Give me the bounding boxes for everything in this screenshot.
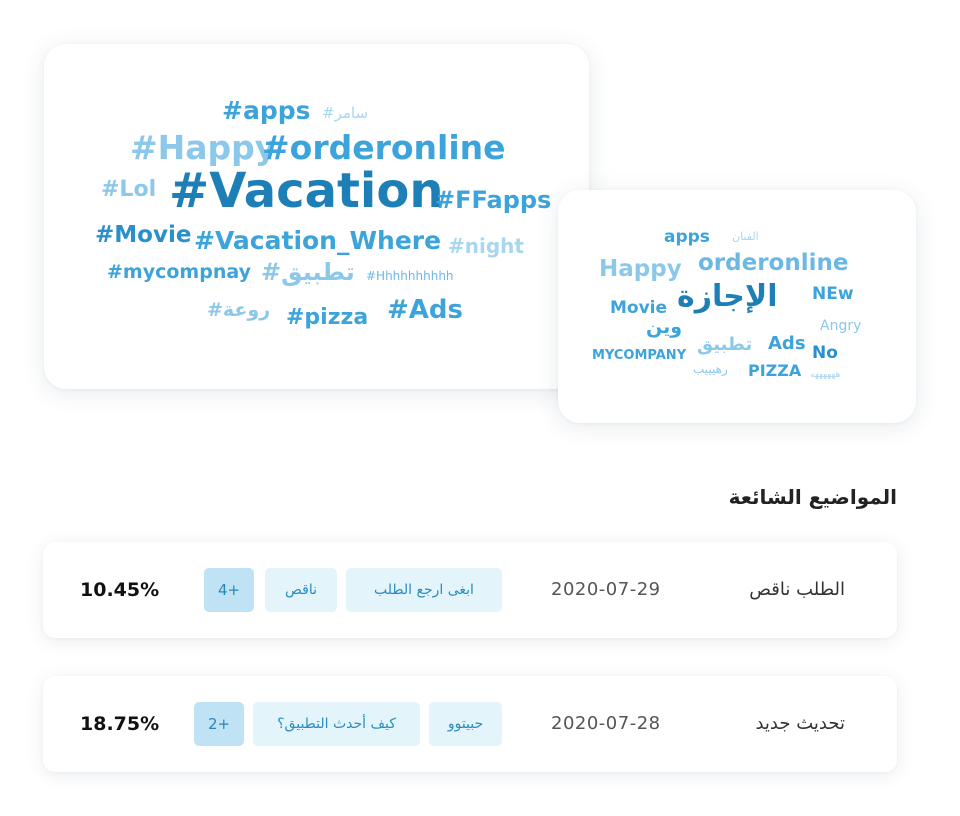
cloud-word: Ads bbox=[768, 333, 806, 354]
topic-name: تحديث جديد bbox=[755, 713, 845, 734]
word-cloud-card-large: #apps #سامر #Happy #orderonline #Lol #Va… bbox=[44, 44, 589, 389]
cloud-word: رهيييب bbox=[693, 362, 728, 376]
keyword-chip[interactable]: كيف أحدث التطبيق؟ bbox=[253, 702, 420, 746]
cloud-word: #apps bbox=[222, 96, 311, 125]
cloud-word: Happy bbox=[599, 256, 682, 282]
keyword-chip[interactable]: حبيتوو bbox=[429, 702, 502, 746]
more-keywords-badge[interactable]: +4 bbox=[204, 568, 254, 612]
cloud-word: #pizza bbox=[286, 305, 369, 330]
cloud-word: apps bbox=[664, 227, 710, 247]
cloud-word: ههههههه bbox=[810, 370, 841, 380]
cloud-word: #Vacation bbox=[169, 163, 444, 219]
topic-percentage: 18.75% bbox=[80, 713, 160, 735]
cloud-word: وين bbox=[646, 316, 683, 338]
table-row[interactable]: تحديث جديد 2020-07-28 حبيتوو كيف أحدث ال… bbox=[43, 676, 897, 772]
cloud-word: #night bbox=[448, 234, 524, 258]
topic-name: الطلب ناقص bbox=[749, 579, 845, 600]
cloud-word: #Vacation_Where bbox=[194, 226, 442, 255]
cloud-word: orderonline bbox=[698, 250, 849, 276]
keyword-chip[interactable]: ناقص bbox=[265, 568, 337, 612]
topic-percentage: 10.45% bbox=[80, 579, 160, 601]
word-cloud-card-small: apps الفنان Happy orderonline Movie الإج… bbox=[558, 190, 916, 423]
cloud-word: #تطبيق bbox=[261, 258, 355, 286]
cloud-word: #سامر bbox=[322, 104, 369, 122]
more-keywords-badge[interactable]: +2 bbox=[194, 702, 244, 746]
cloud-word: PIZZA bbox=[748, 361, 802, 380]
cloud-word: NEw bbox=[812, 284, 854, 304]
cloud-word: #Hhhhhhhhhh bbox=[366, 269, 454, 283]
cloud-word: #mycompnay bbox=[107, 261, 251, 283]
cloud-word: #orderonline bbox=[262, 128, 506, 167]
topic-date: 2020-07-29 bbox=[551, 579, 661, 600]
cloud-word: الفنان bbox=[732, 230, 759, 243]
cloud-word: Angry bbox=[820, 318, 862, 334]
section-title: المواضيع الشائعة bbox=[728, 485, 897, 509]
cloud-word: #FFapps bbox=[435, 186, 552, 214]
cloud-word: تطبيق bbox=[697, 334, 753, 355]
cloud-word: #Movie bbox=[95, 222, 192, 248]
topic-date: 2020-07-28 bbox=[551, 713, 661, 734]
cloud-word: #Ads bbox=[387, 295, 463, 325]
table-row[interactable]: الطلب ناقص 2020-07-29 ابغى ارجع الطلب نا… bbox=[43, 542, 897, 638]
cloud-word: #Lol bbox=[101, 177, 157, 202]
cloud-word: No bbox=[812, 343, 838, 363]
cloud-word: MYCOMPANY bbox=[592, 348, 687, 363]
cloud-word: Movie bbox=[610, 298, 668, 318]
cloud-word: الإجازة bbox=[677, 279, 778, 314]
cloud-word: #روعة bbox=[207, 299, 271, 321]
cloud-word: #Happy bbox=[130, 128, 277, 167]
keyword-chip[interactable]: ابغى ارجع الطلب bbox=[346, 568, 502, 612]
